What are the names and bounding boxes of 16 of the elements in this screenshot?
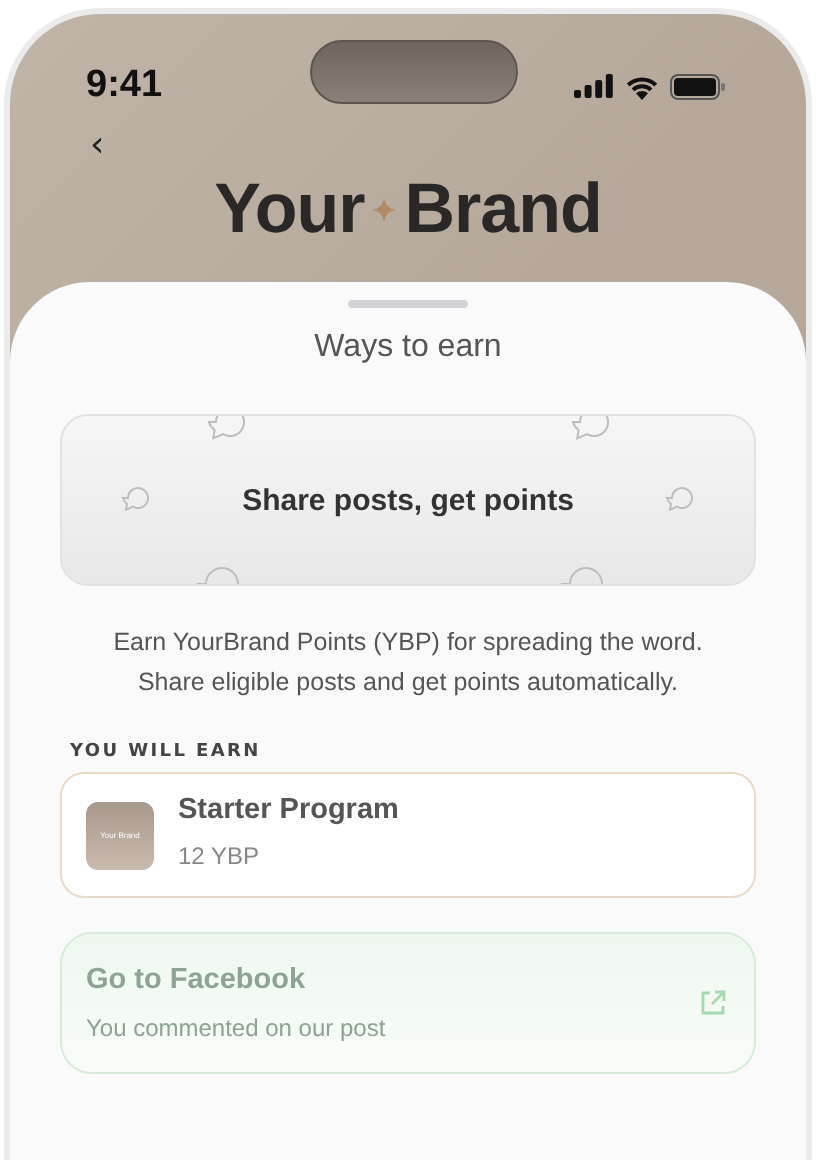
- battery-icon: [670, 73, 726, 99]
- brand-logo-text: Your: [214, 170, 365, 250]
- brand-logo-text: Brand: [404, 170, 602, 250]
- status-time: 9:41: [86, 64, 163, 108]
- section-label: YOU WILL EARN: [70, 742, 261, 762]
- wifi-icon: [624, 73, 660, 99]
- reward-amount: 12 YBP: [178, 841, 261, 869]
- sparkle-icon: [372, 198, 397, 222]
- back-button[interactable]: ‹: [10, 114, 105, 166]
- description-text: Earn YourBrand Points (YBP) for spreading the word. Share eligible posts and get points automatically.: [111, 626, 705, 700]
- reward-title: Starter Program: [178, 793, 399, 825]
- sheet-handle[interactable]: [348, 300, 468, 308]
- sheet-title: Ways to earn: [314, 330, 502, 366]
- signal-icon: [574, 74, 614, 98]
- banner-title: Share posts, get points: [242, 483, 574, 517]
- external-link-icon: [700, 990, 726, 1016]
